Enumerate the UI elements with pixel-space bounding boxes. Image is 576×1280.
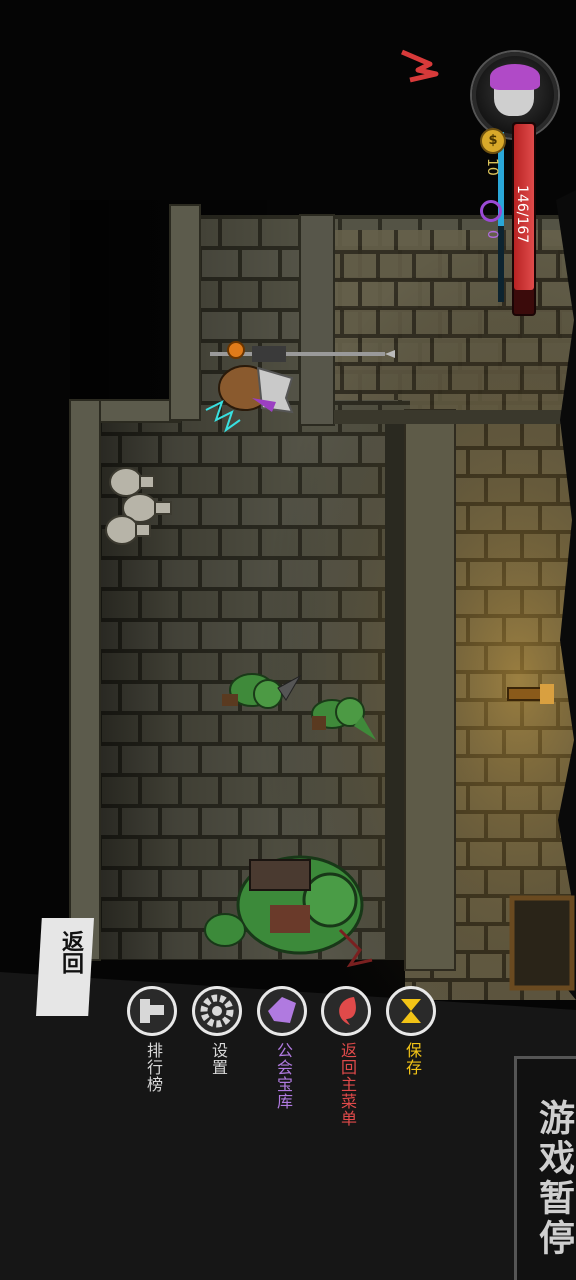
menu-label-2: 公会宝库 <box>274 1042 293 1110</box>
player-hud: 146/167 <box>468 52 558 316</box>
back-label: 返回 <box>58 930 83 974</box>
menu-button-1[interactable] <box>321 986 371 1036</box>
menu-label-3: 设置 <box>209 1042 228 1076</box>
menu-button-0[interactable] <box>386 986 436 1036</box>
menu-button-3[interactable] <box>192 986 242 1036</box>
menu-button-2[interactable] <box>257 986 307 1036</box>
soul-count: 0 <box>484 230 500 239</box>
podium-icon <box>130 989 174 1037</box>
gear-icon <box>195 989 239 1037</box>
menu-label-0: 保存 <box>403 1042 422 1076</box>
pause-title: 游戏暂停 <box>533 1099 574 1259</box>
wall-painting <box>509 895 575 991</box>
menu-label-1: 返回主菜单 <box>338 1042 357 1127</box>
menu-button-4[interactable] <box>127 986 177 1036</box>
return-arrow-icon <box>324 989 368 1037</box>
coin-icon: $ <box>480 128 506 154</box>
torch <box>507 684 554 704</box>
portrait-hair <box>490 64 540 90</box>
game-screen: 146/167 $ 10 0 返回 保存 返回主菜单 公会宝库 设置 排行榜 游戏暂停 <box>0 0 576 1280</box>
pause-title-box: 游戏暂停 <box>514 1056 576 1280</box>
coin-count: 10 <box>484 158 500 176</box>
menu-label-4: 排行榜 <box>144 1042 163 1093</box>
soul-icon <box>480 200 502 222</box>
hourglass-icon <box>389 989 433 1037</box>
crystal-icon <box>260 989 304 1037</box>
health-text: 146/167 <box>514 184 530 244</box>
